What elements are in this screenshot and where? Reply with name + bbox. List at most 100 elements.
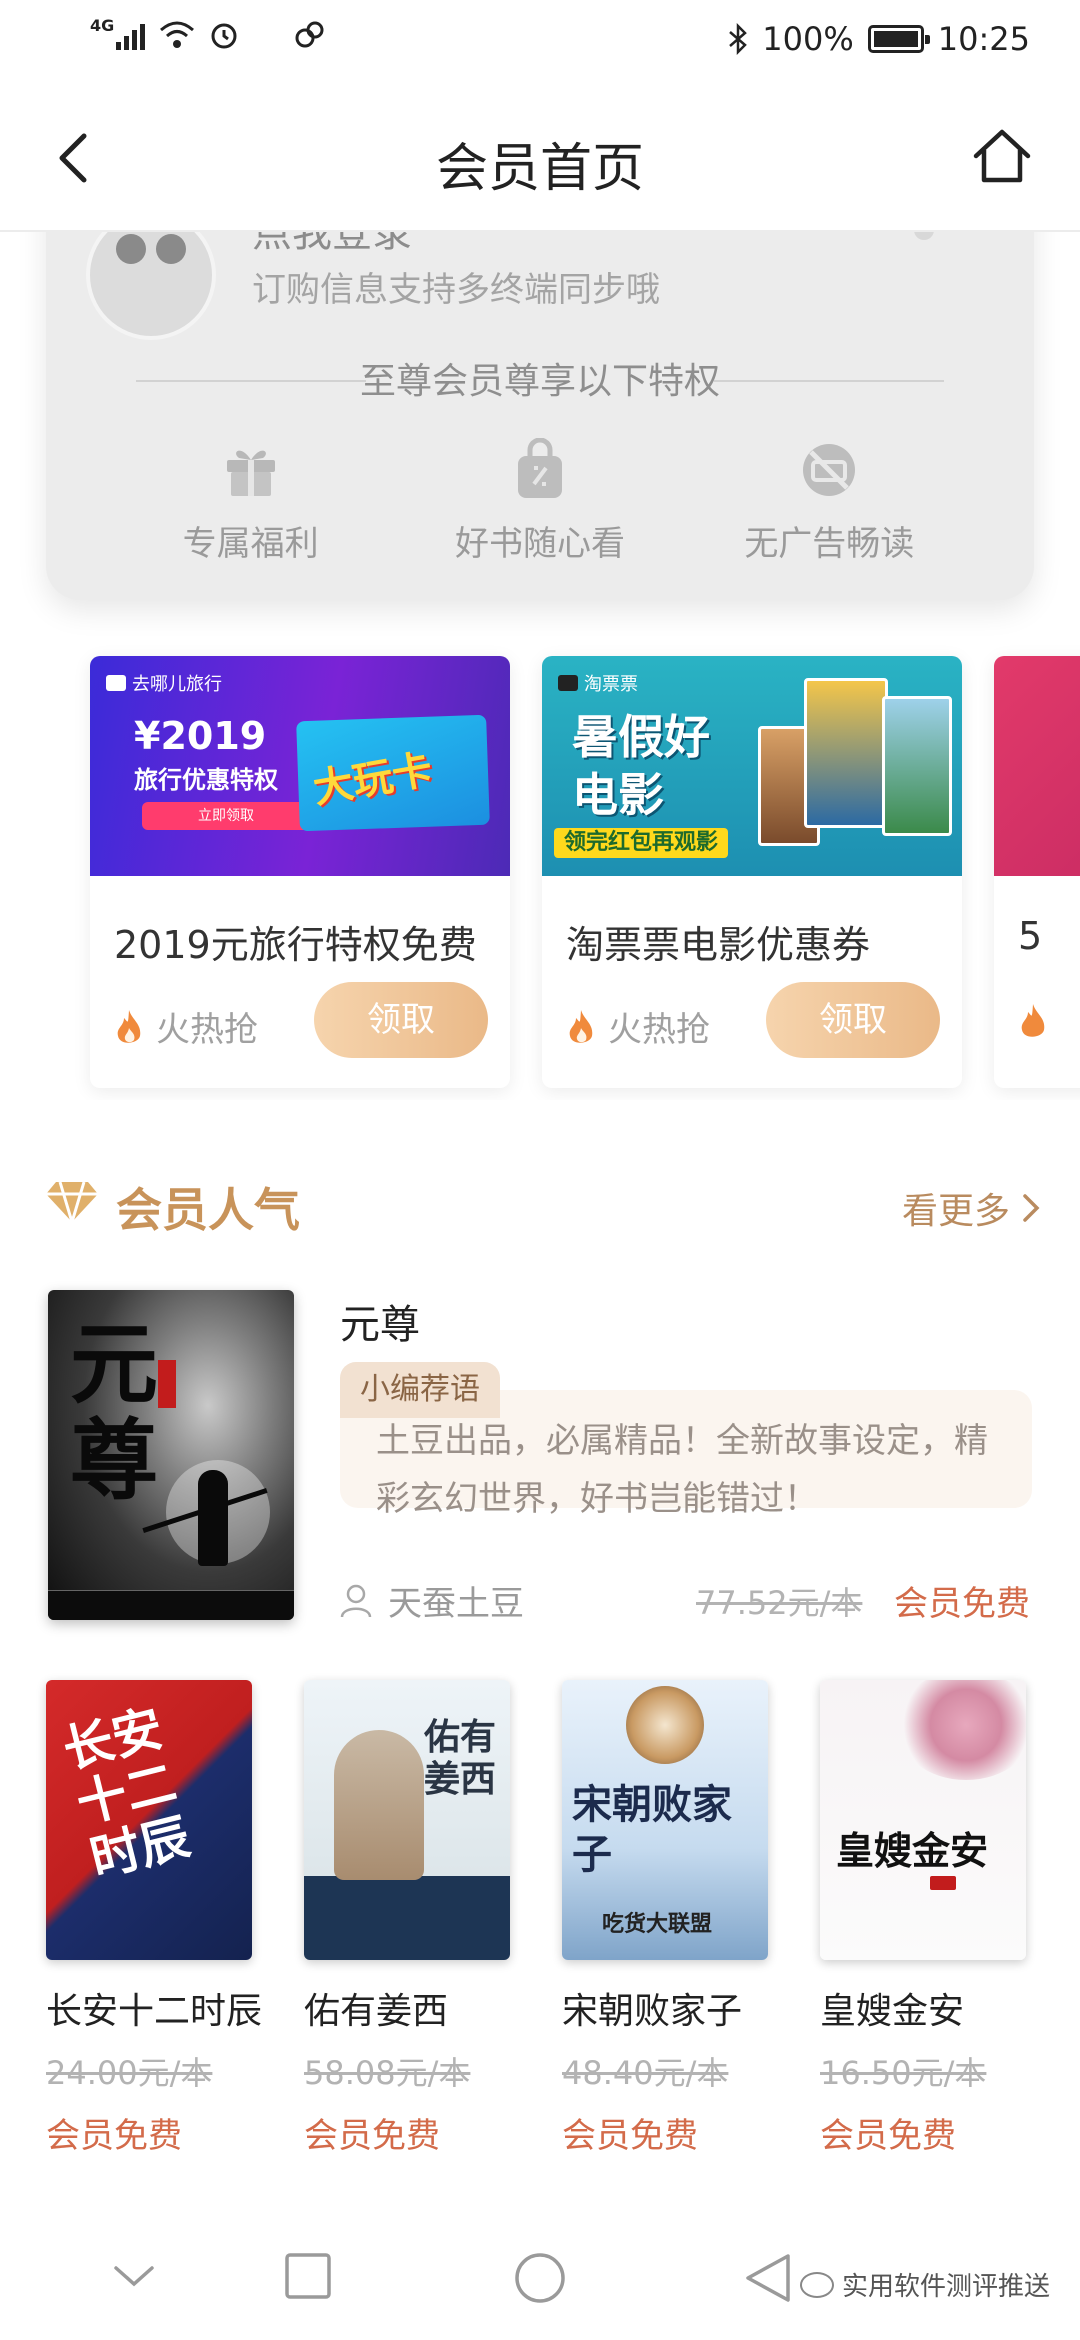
- book-item[interactable]: 宋朝败家子 吃货大联盟 宋朝败家子 48.40元/本 会员免费: [562, 1680, 780, 2157]
- banner-card-image: 大玩卡: [296, 714, 490, 832]
- watermark: 实用软件测评推送: [799, 2266, 1050, 2303]
- book-title: 宋朝败家子: [562, 1991, 743, 2032]
- book-cover[interactable]: 皇嫂金安: [820, 1680, 1026, 1960]
- coupon-card-travel[interactable]: 去哪儿旅行 ¥2019 旅行优惠特权 立即领取 大玩卡 2019元旅行特权免费 …: [90, 656, 510, 1088]
- cover-subtitle: 吃货大联盟: [602, 1911, 713, 1937]
- coupon-card-partial[interactable]: 5: [994, 656, 1080, 1088]
- no-ads-icon: [803, 444, 856, 496]
- cover-dog-image: [626, 1686, 704, 1764]
- battery-icon: [867, 25, 930, 53]
- coupon-banner: [994, 656, 1080, 876]
- member-free-label: 会员免费: [46, 2116, 182, 2156]
- section-header: 会员人气 看更多: [0, 1168, 1080, 1238]
- chevron-down-icon[interactable]: [112, 2264, 156, 2288]
- privilege-item-welfare[interactable]: 专属福利: [131, 438, 371, 565]
- member-free-label: 会员免费: [304, 2116, 440, 2156]
- fire-icon: [117, 1009, 141, 1043]
- home-circle-icon[interactable]: [514, 2252, 566, 2304]
- member-free-label: 会员免费: [894, 1584, 1030, 1624]
- coupon-title: 5: [1018, 914, 1043, 958]
- book-cover[interactable]: 宋朝败家子 吃货大联盟: [562, 1680, 768, 1960]
- book-item[interactable]: 佑有姜西 佑有姜西 58.08元/本 会员免费: [304, 1680, 522, 2157]
- book-author: 天蚕土豆: [340, 1576, 524, 1625]
- book-title[interactable]: 元尊: [340, 1292, 420, 1350]
- privilege-label: 专属福利: [182, 524, 319, 564]
- bluetooth-icon: [729, 23, 748, 55]
- alarm-icon: [211, 23, 237, 49]
- banner-subline: 旅行优惠特权: [134, 766, 278, 794]
- section-title: 会员人气: [116, 1183, 300, 1237]
- cellular-signal-icon: 4G: [90, 16, 145, 50]
- fire-icon: [1021, 1004, 1045, 1037]
- coupon-title: 淘票票电影优惠券: [566, 923, 871, 967]
- page-title: 会员首页: [435, 139, 644, 199]
- original-price: 77.52元/本: [696, 1584, 863, 1622]
- gift-icon: [226, 450, 275, 496]
- cover-seal: [158, 1360, 176, 1408]
- hot-label: 火热抢: [566, 1002, 710, 1051]
- recent-apps-icon[interactable]: [284, 2252, 332, 2300]
- diamond-icon: [46, 1181, 98, 1226]
- original-price: 24.00元/本: [46, 2054, 213, 2092]
- hot-label: 火热抢: [114, 1002, 258, 1051]
- featured-book[interactable]: 元尊 元尊 土豆出品，必属精品！全新故事设定，精彩玄幻世界，好书岂能错过！ 小编…: [0, 1286, 1080, 1626]
- coupon-carousel[interactable]: 去哪儿旅行 ¥2019 旅行优惠特权 立即领取 大玩卡 2019元旅行特权免费 …: [0, 640, 1080, 1100]
- cover-title-text: 佑有姜西: [424, 1716, 497, 1800]
- privileges-title: 至尊会员尊享以下特权: [359, 361, 720, 402]
- book-cover[interactable]: 佑有姜西: [304, 1680, 510, 1960]
- coupon-banner: 去哪儿旅行 ¥2019 旅行优惠特权 立即领取 大玩卡: [90, 656, 510, 876]
- banner-tag: 领完红包再观影: [554, 828, 729, 858]
- coupon-card-movie[interactable]: 淘票票 暑假好电影 领完红包再观影 淘票票电影优惠券 火热抢 领取: [542, 656, 962, 1088]
- book-item[interactable]: 皇嫂金安 皇嫂金安 16.50元/本 会员免费: [820, 1680, 1038, 2157]
- privilege-item-no-ads[interactable]: 无广告畅读: [709, 438, 949, 565]
- claim-button[interactable]: 领取: [766, 982, 940, 1058]
- battery-percent: 100%: [762, 20, 854, 58]
- privilege-label: 好书随心看: [454, 524, 625, 564]
- home-icon[interactable]: [970, 124, 1034, 188]
- coupon-title: 2019元旅行特权免费: [114, 923, 477, 967]
- banner-cta: 立即领取: [142, 802, 310, 830]
- cover-portrait: [334, 1730, 424, 1880]
- fire-icon: [569, 1009, 593, 1043]
- book-title: 皇嫂金安: [820, 1991, 965, 2032]
- banner-headline: 暑假好电影: [572, 710, 710, 822]
- network-type: 4G: [90, 16, 115, 35]
- book-bag-icon: [517, 438, 562, 498]
- book-item[interactable]: 长安十二时辰 长安十二时辰 24.00元/本 会员免费: [46, 1680, 264, 2157]
- cover-seal: [930, 1876, 956, 1890]
- member-card: 点我登录 订购信息支持多终端同步哦 至尊会员尊享以下特权 专属福利 好书随心看 …: [46, 180, 1034, 600]
- brand-logo: 去哪儿旅行: [106, 670, 222, 696]
- cover-figure: [198, 1470, 228, 1566]
- app-notification-icon: [295, 21, 324, 48]
- see-more-link[interactable]: 看更多: [902, 1182, 1040, 1234]
- book-title: 长安十二时辰: [46, 1991, 263, 2032]
- original-price: 48.40元/本: [562, 2054, 729, 2092]
- original-price: 58.08元/本: [304, 2054, 471, 2092]
- book-cover[interactable]: 长安十二时辰: [46, 1680, 252, 1960]
- status-bar: 4G 100% 10:25: [0, 0, 1080, 84]
- status-left: 4G: [90, 16, 327, 50]
- hot-label: [1018, 1002, 1048, 1040]
- wechat-icon: [799, 2271, 834, 2298]
- coupon-banner: 淘票票 暑假好电影 领完红包再观影: [542, 656, 962, 876]
- original-price: 16.50元/本: [820, 2054, 987, 2092]
- person-icon: [340, 1584, 372, 1617]
- cover-footer: [48, 1590, 294, 1620]
- see-more-label: 看更多: [901, 1191, 1010, 1232]
- member-free-label: 会员免费: [820, 2116, 956, 2156]
- editor-tag: 小编荐语: [340, 1362, 500, 1418]
- nav-bar: 会员首页: [0, 84, 1080, 232]
- claim-button[interactable]: 领取: [314, 982, 488, 1058]
- banner-headline: ¥2019: [134, 714, 267, 758]
- privileges-list: 专属福利 好书随心看 无广告畅读: [46, 438, 1034, 565]
- member-subtitle: 订购信息支持多终端同步哦: [252, 270, 660, 310]
- movie-poster-image: [882, 696, 952, 836]
- movie-poster-image: [804, 678, 888, 828]
- cover-title-text: 皇嫂金安: [836, 1828, 989, 1873]
- book-cover[interactable]: 元尊: [48, 1290, 294, 1620]
- back-triangle-icon[interactable]: [744, 2252, 792, 2304]
- cover-title-text: 宋朝败家子: [572, 1781, 732, 1878]
- cover-title-text: 长安十二时辰: [57, 1698, 196, 1889]
- privilege-item-books[interactable]: 好书随心看: [420, 438, 660, 565]
- chevron-right-icon: [1023, 1194, 1040, 1222]
